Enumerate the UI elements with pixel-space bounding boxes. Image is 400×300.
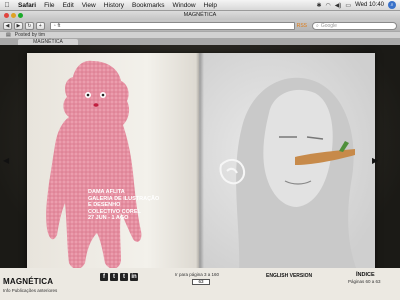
menu-bar:  Safari File Edit View History Bookmark…: [0, 0, 400, 11]
twitter-icon[interactable]: t: [110, 273, 118, 281]
search-icon: ⌕: [316, 22, 319, 29]
wifi-icon[interactable]: ◠: [326, 2, 331, 9]
window-title: MAGNÉTICA: [183, 12, 217, 18]
search-placeholder: Google: [320, 22, 337, 29]
rss-icon[interactable]: RSS: [297, 23, 307, 29]
battery-icon[interactable]: ▭: [345, 2, 351, 9]
page-range-label: Páginas 60 a 63: [348, 279, 381, 284]
address-value: ft: [57, 22, 61, 29]
tab-bar: MAGNÉTICA: [0, 38, 400, 45]
goto-page-label: Ir para página 3 a 160: [175, 272, 220, 277]
next-page-arrow-icon[interactable]: ▶: [372, 157, 378, 165]
social-links: f t t in: [100, 273, 138, 281]
bookmarks-bar: ▤ Posted by tim: [0, 31, 400, 38]
window-controls: [4, 13, 23, 18]
forward-button[interactable]: ▶: [13, 21, 23, 30]
magazine-spread: [27, 53, 375, 275]
close-window-button[interactable]: [4, 13, 9, 18]
previous-issues-link[interactable]: Info Publicações anteriores: [3, 288, 57, 293]
exhibition-caption: DAMA AFLITA GALERIA DE ILUSTRAÇÃO E DESE…: [88, 189, 159, 222]
menu-edit[interactable]: Edit: [59, 2, 78, 9]
menu-history[interactable]: History: [100, 2, 128, 9]
menu-file[interactable]: File: [40, 2, 58, 9]
volume-icon[interactable]: ◀): [335, 2, 342, 9]
magnetica-logo[interactable]: MAGNÉTICA: [3, 277, 53, 286]
apple-menu-icon[interactable]: : [0, 2, 14, 9]
magazine-footer: MAGNÉTICA Info Publicações anteriores f …: [0, 268, 400, 300]
browser-toolbar: ◀ ▶ ↻ + ▫ ft RSS ⌕ Google: [0, 20, 400, 31]
menu-window[interactable]: Window: [169, 2, 200, 9]
english-version-link[interactable]: ENGLISH VERSION: [266, 273, 312, 279]
zoom-window-button[interactable]: [18, 13, 23, 18]
page-content: ◀ ▶ DAMA AFLITA GALERIA DE ILUSTRAÇÃO E …: [0, 45, 400, 279]
book-spine: [196, 53, 204, 275]
page-favicon-icon: ▫: [53, 22, 56, 29]
spotlight-icon[interactable]: ⌕: [388, 1, 396, 9]
pinocchio-portrait-illustration: [219, 77, 359, 275]
index-link[interactable]: ÍNDICE: [356, 272, 375, 278]
back-button[interactable]: ◀: [3, 21, 12, 30]
right-page: [199, 53, 375, 275]
reload-button[interactable]: ↻: [24, 21, 34, 30]
minimize-window-button[interactable]: [11, 13, 16, 18]
pink-creature-illustration: [46, 60, 142, 269]
status-area: ✱ ◠ ◀) ▭ Wed 10:40 ⌕: [317, 1, 400, 9]
facebook-icon[interactable]: f: [100, 273, 108, 281]
caption-line: 27 JUN - 1 AGO: [88, 215, 129, 221]
menu-help[interactable]: Help: [200, 2, 221, 9]
tumblr-icon[interactable]: t: [120, 273, 128, 281]
menu-bookmarks[interactable]: Bookmarks: [128, 2, 169, 9]
search-field[interactable]: ⌕ Google: [312, 21, 398, 30]
previous-page-arrow-icon[interactable]: ◀: [3, 157, 9, 165]
left-page: [27, 53, 199, 275]
add-bookmark-button[interactable]: +: [35, 21, 45, 30]
window-titlebar: MAGNÉTICA: [0, 11, 400, 20]
goto-page-input[interactable]: 63: [192, 279, 210, 285]
menu-safari[interactable]: Safari: [14, 2, 40, 9]
menu-view[interactable]: View: [78, 2, 100, 9]
bluetooth-icon[interactable]: ✱: [317, 2, 322, 9]
linkedin-icon[interactable]: in: [130, 273, 138, 281]
address-bar[interactable]: ▫ ft: [49, 21, 295, 30]
clock[interactable]: Wed 10:40: [355, 2, 384, 8]
